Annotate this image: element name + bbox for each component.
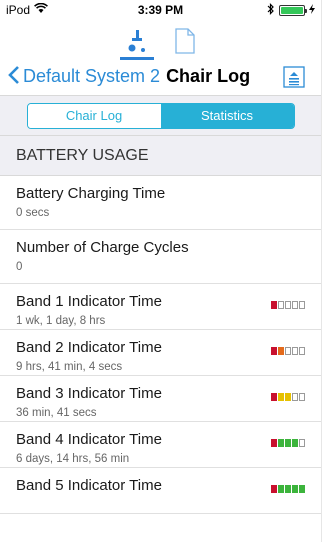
back-button[interactable]: Default System 2 (8, 65, 161, 88)
page-title: Chair Log (166, 66, 251, 86)
row-value: 36 min, 41 secs (16, 407, 97, 419)
list-item: Band 5 Indicator Time (0, 468, 321, 514)
chevron-left-icon (8, 65, 20, 88)
band-level-square (285, 393, 291, 401)
band-level-square (292, 485, 298, 493)
band-level-square (299, 301, 305, 309)
band-level-square (271, 347, 277, 355)
navigation-bar: Default System 2 Chair Log (0, 58, 321, 96)
row-value: 0 (16, 261, 23, 273)
wheelchair-icon[interactable] (119, 24, 154, 60)
band-level-square (278, 439, 284, 447)
row-title: Band 4 Indicator Time (16, 431, 162, 448)
band-level-square (278, 347, 284, 355)
status-time: 3:39 PM (137, 3, 184, 17)
row-title: Band 5 Indicator Time (16, 477, 162, 494)
band-level-icon (271, 301, 305, 309)
band-level-icon (271, 347, 305, 355)
list-item: Band 1 Indicator Time 1 wk, 1 day, 8 hrs (0, 284, 321, 330)
document-icon[interactable] (168, 24, 202, 58)
band-level-square (285, 485, 291, 493)
band-level-icon (271, 485, 305, 493)
bluetooth-icon (267, 2, 275, 18)
row-value: 0 secs (16, 207, 50, 219)
top-tab-icons (0, 20, 321, 60)
row-value: 1 wk, 1 day, 8 hrs (16, 315, 106, 327)
band-level-square (292, 439, 298, 447)
band-level-square (285, 301, 291, 309)
band-level-square (278, 393, 284, 401)
section-header: BATTERY USAGE (0, 136, 321, 176)
band-level-square (271, 301, 277, 309)
band-level-square (292, 347, 298, 355)
band-level-square (285, 439, 291, 447)
back-button-label: Default System 2 (23, 66, 161, 86)
band-level-square (285, 347, 291, 355)
band-level-square (292, 301, 298, 309)
band-level-square (299, 439, 305, 447)
carrier-label: iPod (6, 3, 31, 17)
band-level-square (271, 439, 277, 447)
list-item: Band 2 Indicator Time 9 hrs, 41 min, 4 s… (0, 330, 321, 376)
row-value: 9 hrs, 41 min, 4 secs (16, 361, 123, 373)
row-title: Battery Charging Time (16, 185, 166, 202)
band-level-square (271, 485, 277, 493)
list-item: Battery Charging Time 0 secs (0, 176, 321, 230)
segmented-control-container: Chair Log Statistics (0, 96, 321, 136)
band-level-square (278, 485, 284, 493)
battery-icon (278, 4, 307, 16)
share-icon[interactable] (281, 64, 307, 90)
row-title: Band 3 Indicator Time (16, 385, 162, 402)
list-item: Number of Charge Cycles 0 (0, 230, 321, 284)
row-title: Band 1 Indicator Time (16, 293, 162, 310)
wifi-icon (34, 2, 48, 17)
segmented-control: Chair Log Statistics (26, 102, 295, 129)
list-item: Band 3 Indicator Time 36 min, 41 secs (0, 376, 321, 422)
band-level-square (278, 301, 284, 309)
band-level-icon (271, 393, 305, 401)
segment-statistics[interactable]: Statistics (160, 103, 294, 128)
band-level-square (292, 393, 298, 401)
row-title: Band 2 Indicator Time (16, 339, 162, 356)
app-screen: iPod 3:39 PM Default System 2 Chair Log … (0, 0, 322, 542)
row-value: 6 days, 14 hrs, 56 min (16, 453, 130, 465)
charging-bolt-icon (308, 3, 315, 17)
band-level-square (299, 347, 305, 355)
band-level-square (299, 393, 305, 401)
status-bar: iPod 3:39 PM (0, 0, 321, 20)
band-level-icon (271, 439, 305, 447)
segment-chair-log[interactable]: Chair Log (27, 103, 161, 128)
band-level-square (271, 393, 277, 401)
band-level-square (299, 485, 305, 493)
row-title: Number of Charge Cycles (16, 239, 189, 256)
list-item: Band 4 Indicator Time 6 days, 14 hrs, 56… (0, 422, 321, 468)
